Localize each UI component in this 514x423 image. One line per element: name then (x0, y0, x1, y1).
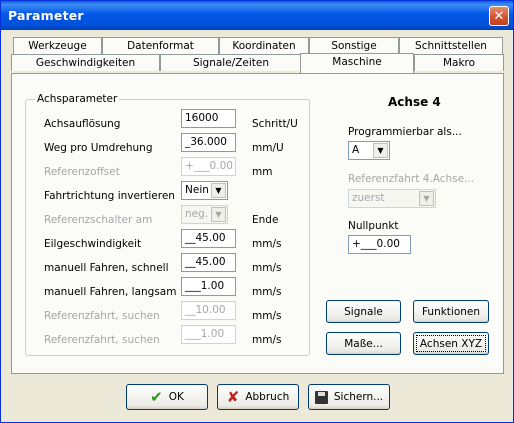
label-achsaufloesung: Achsauflösung (44, 118, 121, 130)
close-button[interactable]: ✕ (489, 6, 509, 26)
window-title: Parameter (8, 8, 84, 23)
label-manuell-schnell: manuell Fahren, schnell (44, 262, 169, 274)
referenzschalter-value: neg. (185, 208, 209, 220)
title-bar[interactable]: Parameter ✕ (1, 1, 513, 30)
checkmark-icon: ✔ (150, 388, 163, 406)
chevron-down-icon: ▼ (419, 191, 434, 206)
label-manuell-langsam: manuell Fahren, langsam (44, 286, 177, 298)
referenzfahrt-4achse-value: zuerst (352, 192, 385, 204)
tab-geschwindigkeiten[interactable]: Geschwindigkeiten (11, 54, 160, 71)
label-weg-pro-umdrehung: Weg pro Umdrehung (44, 142, 153, 154)
tab-signale-zeiten[interactable]: Signale/Zeiten (160, 54, 302, 71)
unit-ende: Ende (252, 214, 279, 226)
unit-schritt-u: Schritt/U (252, 118, 298, 130)
achsen-xyz-button[interactable]: Achsen XYZ (413, 332, 489, 355)
masse-button[interactable]: Maße... (326, 332, 401, 355)
close-icon: ✕ (493, 8, 505, 24)
parameter-dialog: Parameter ✕ Werkzeuge Datenformat Koordi… (0, 0, 514, 423)
programmierbar-select[interactable]: A ▼ (348, 141, 390, 160)
label-fahrtrichtung: Fahrtrichtung invertieren (44, 190, 175, 202)
tab-makro[interactable]: Makro (414, 54, 504, 71)
referenzfahrt-suchen-field: __10.00 (181, 301, 236, 320)
fahrtrichtung-select[interactable]: Nein ▼ (181, 181, 228, 200)
unit-mm: mm (252, 166, 273, 178)
unit-mm-s: mm/s (252, 238, 282, 250)
label-referenzfahrt-suchen: Referenzfahrt, suchen (44, 310, 160, 322)
manuell-schnell-field[interactable]: __45.00 (181, 253, 236, 272)
label-referenzfahrt-4achse: Referenzfahrt 4.Achse... (348, 173, 475, 185)
chevron-down-icon[interactable]: ▼ (211, 183, 226, 198)
tab-werkzeuge[interactable]: Werkzeuge (13, 37, 102, 54)
group-title: Achsparameter (35, 93, 120, 105)
label-nullpunkt: Nullpunkt (348, 220, 399, 232)
programmierbar-value: A (352, 144, 360, 156)
abbruch-label: Abbruch (245, 391, 290, 403)
ok-label: OK (168, 391, 184, 403)
label-eilgeschwindigkeit: Eilgeschwindigkeit (44, 238, 142, 250)
floppy-disk-icon (314, 390, 328, 404)
referenzoffset-field: +___0.00 (181, 157, 236, 176)
label-referenzfahrt-suchen-2: Referenzfahrt, suchen (44, 334, 160, 346)
fahrtrichtung-value: Nein (185, 184, 209, 196)
signale-button[interactable]: Signale (326, 300, 401, 323)
tab-sonstige[interactable]: Sonstige (309, 37, 399, 54)
achsaufloesung-field[interactable]: 16000 (181, 109, 236, 128)
nullpunkt-field[interactable]: +___0.00 (348, 235, 411, 254)
eilgeschwindigkeit-field[interactable]: __45.00 (181, 229, 236, 248)
unit-mm-u: mm/U (252, 142, 284, 154)
unit-mm-s: mm/s (252, 334, 282, 346)
unit-mm-s: mm/s (252, 262, 282, 274)
tab-datenformat[interactable]: Datenformat (102, 37, 219, 54)
referenzfahrt-suchen-field-2: ___1.00 (181, 325, 236, 344)
ok-button[interactable]: ✔ OK (126, 384, 208, 410)
unit-mm-s: mm/s (252, 286, 282, 298)
referenzfahrt-4achse-select: zuerst ▼ (348, 189, 436, 208)
funktionen-button[interactable]: Funktionen (413, 300, 489, 323)
unit-mm-s: mm/s (252, 310, 282, 322)
cancel-icon: ✘ (226, 388, 240, 406)
manuell-langsam-field[interactable]: ___1.00 (181, 277, 236, 296)
weg-pro-umdrehung-field[interactable]: _36.000 (181, 133, 236, 152)
sichern-label: Sichern... (333, 391, 384, 403)
chevron-down-icon: ▼ (211, 207, 226, 222)
label-programmierbar: Programmierbar als... (348, 126, 462, 138)
tab-schnittstellen[interactable]: Schnittstellen (399, 37, 503, 54)
abbruch-button[interactable]: ✘ Abbruch (217, 384, 299, 410)
achse-heading: Achse 4 (388, 95, 441, 109)
tab-maschine[interactable]: Maschine (300, 53, 414, 73)
tab-koordinaten[interactable]: Koordinaten (219, 37, 309, 54)
chevron-down-icon[interactable]: ▼ (373, 143, 388, 158)
label-referenzschalter: Referenzschalter am (44, 214, 153, 226)
referenzschalter-select: neg. ▼ (181, 205, 228, 224)
label-referenzoffset: Referenzoffset (44, 166, 120, 178)
sichern-button[interactable]: Sichern... (308, 384, 390, 410)
